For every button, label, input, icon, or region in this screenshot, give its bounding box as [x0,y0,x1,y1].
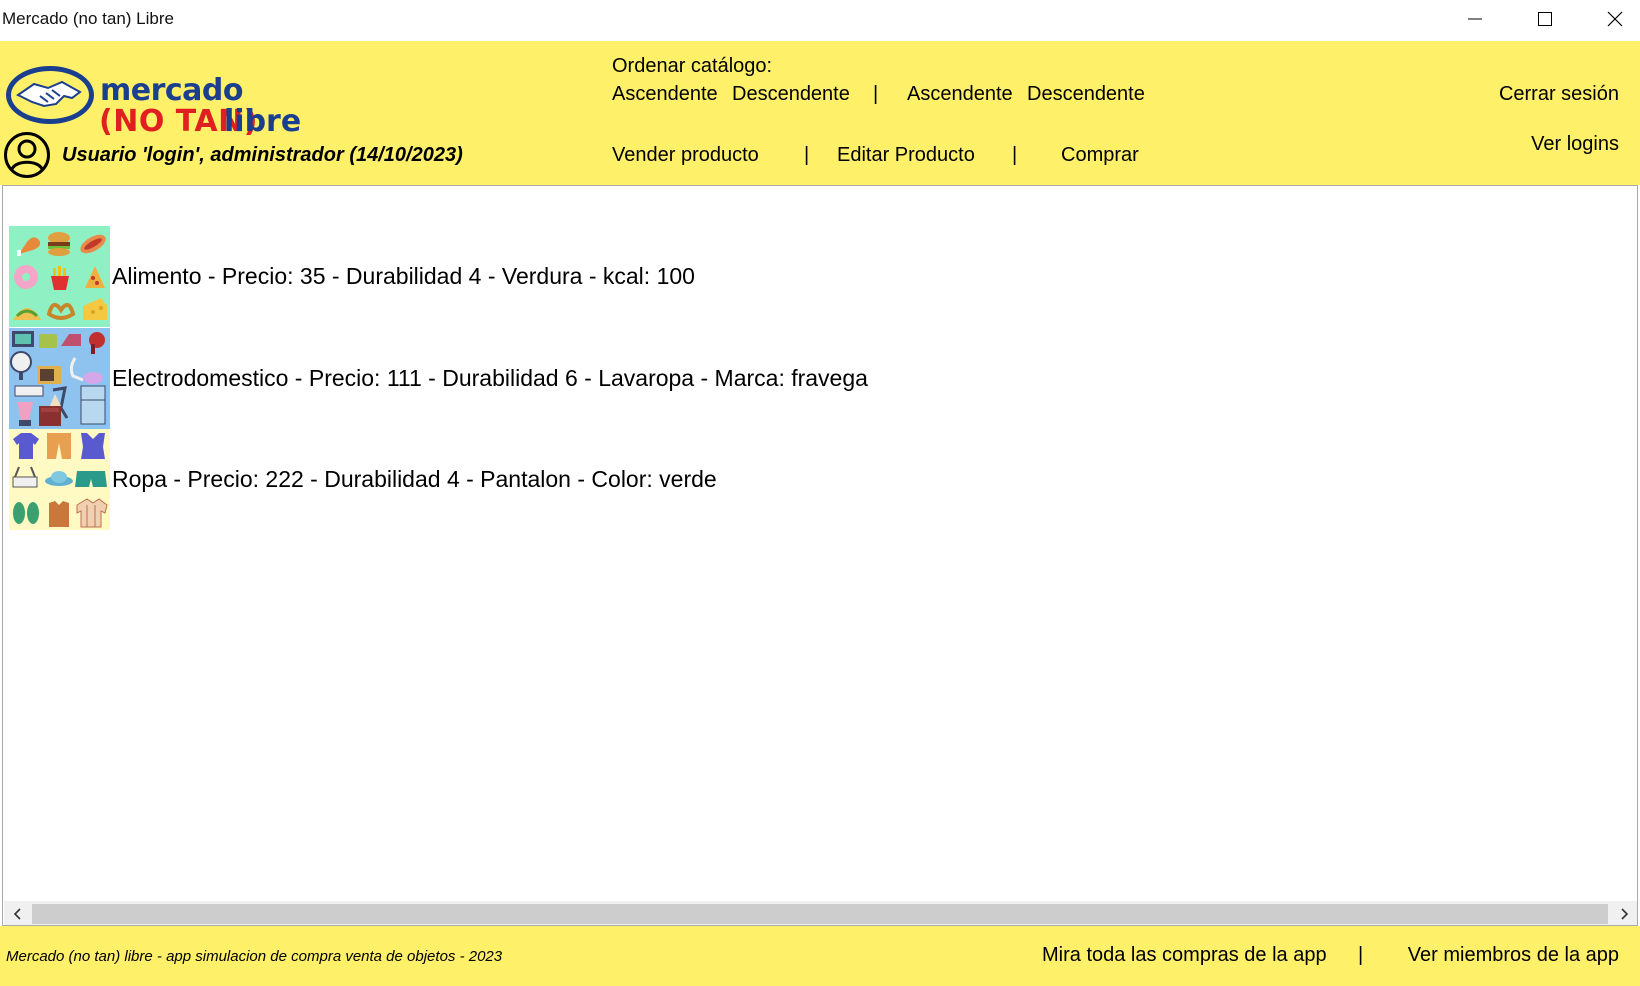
scroll-left-button[interactable] [4,901,32,925]
sell-product-link[interactable]: Vender producto [612,144,759,167]
product-list: Alimento - Precio: 35 - Durabilidad 4 - … [2,185,1638,926]
chevron-right-icon [1621,908,1629,920]
clothing-category-icon [9,429,110,530]
horizontal-scrollbar[interactable] [4,901,1637,925]
sort-separator: | [873,83,879,105]
footer-separator: | [1358,944,1364,966]
sort-ascending-1-link[interactable]: Ascendente [612,83,718,106]
sort-descending-2-link[interactable]: Descendente [1027,83,1145,106]
product-item-alimento[interactable]: Alimento - Precio: 35 - Durabilidad 4 - … [9,226,695,327]
user-status-label: Usuario 'login', administrador (14/10/20… [62,144,463,166]
food-category-icon [9,226,110,327]
window-title: Mercado (no tan) Libre [2,9,174,28]
sort-catalog-label: Ordenar catálogo: [612,55,773,77]
view-members-link[interactable]: Ver miembros de la app [1408,944,1619,967]
handshake-logo-icon [6,66,94,124]
action-separator-2: | [1012,144,1018,166]
product-description: Alimento - Precio: 35 - Durabilidad 4 - … [112,263,695,289]
user-avatar-icon [4,132,50,178]
product-item-ropa[interactable]: Ropa - Precio: 222 - Durabilidad 4 - Pan… [9,429,717,530]
sort-descending-1-link[interactable]: Descendente [732,83,850,106]
logo-text-mercado: mercado [100,73,244,108]
action-separator-1: | [804,144,810,166]
app-header: mercado (NO TAN) libre Usuario 'login', … [0,41,1640,185]
close-button[interactable] [1580,0,1640,38]
chevron-left-icon [13,908,21,920]
appliance-category-icon [9,328,110,429]
sort-ascending-2-link[interactable]: Ascendente [907,83,1013,106]
maximize-button[interactable] [1510,0,1580,38]
buy-link[interactable]: Comprar [1061,144,1139,167]
window-titlebar: Mercado (no tan) Libre [0,0,1640,41]
scrollbar-thumb[interactable] [32,904,1608,924]
maximize-icon [1538,12,1552,26]
minimize-button[interactable] [1440,0,1510,38]
product-description: Electrodomestico - Precio: 111 - Durabil… [112,365,868,391]
logout-link[interactable]: Cerrar sesión [1499,83,1619,106]
all-purchases-link[interactable]: Mira toda las compras de la app [1042,944,1327,967]
view-logins-link[interactable]: Ver logins [1531,133,1619,156]
footer-caption: Mercado (no tan) libre - app simulacion … [6,948,503,965]
brand-logo: mercado (NO TAN) libre [4,57,304,139]
edit-product-link[interactable]: Editar Producto [837,144,975,167]
minimize-icon [1468,18,1482,20]
product-description: Ropa - Precio: 222 - Durabilidad 4 - Pan… [112,466,717,492]
product-item-electrodomestico[interactable]: Electrodomestico - Precio: 111 - Durabil… [9,328,868,429]
close-icon [1607,11,1623,27]
scroll-right-button[interactable] [1610,901,1637,925]
logo-text-libre: libre [224,104,302,139]
app-footer: Mercado (no tan) libre - app simulacion … [0,926,1640,986]
